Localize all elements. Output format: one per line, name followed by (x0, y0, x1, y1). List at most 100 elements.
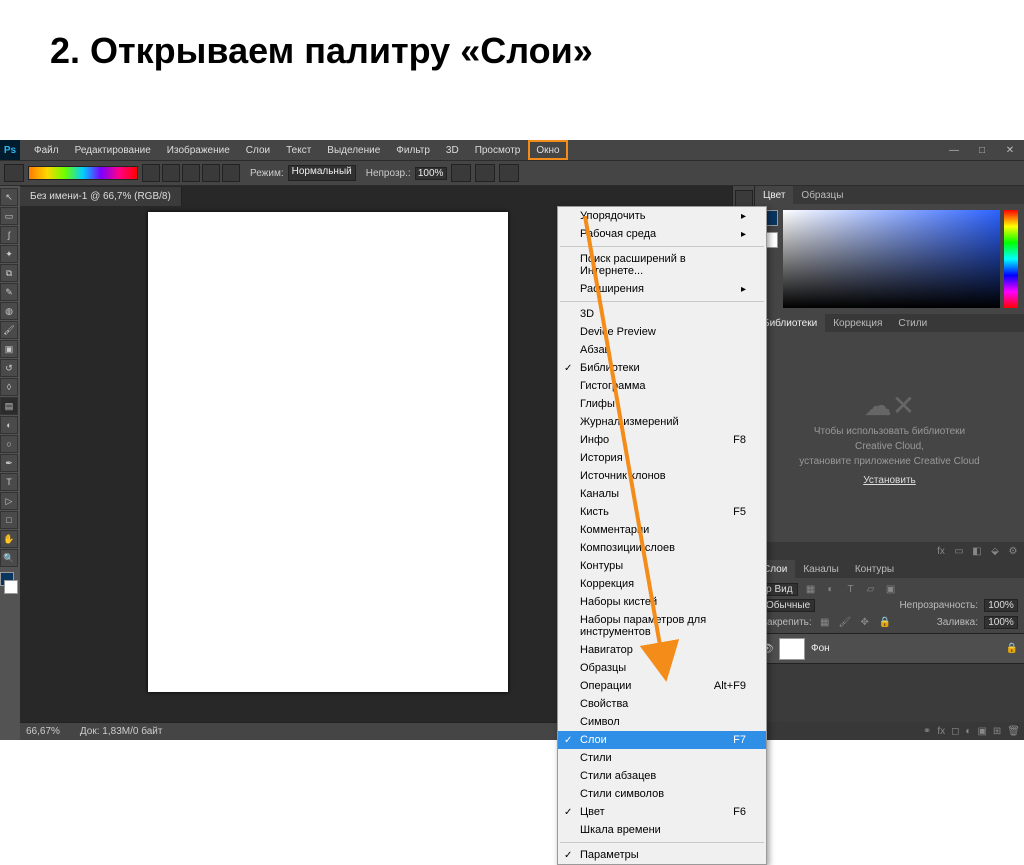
canvas[interactable] (148, 212, 508, 692)
color-swatches[interactable] (0, 572, 18, 594)
menu-item-3d[interactable]: 3D (558, 305, 766, 323)
menu-item-история[interactable]: История (558, 449, 766, 467)
maximize-button[interactable]: □ (968, 140, 996, 160)
menu-item-параметры[interactable]: Параметры (558, 846, 766, 864)
transparency-checkbox[interactable] (499, 164, 519, 182)
s1-icon[interactable]: ◧ (970, 544, 984, 558)
menu-type[interactable]: Текст (278, 140, 319, 160)
group-add-icon[interactable]: ▣ (977, 726, 986, 737)
layer-add-icon[interactable]: ⊞ (993, 726, 1001, 737)
color-field[interactable] (783, 210, 1000, 308)
menu-item-шкала-времени[interactable]: Шкала времени (558, 821, 766, 839)
reverse-checkbox[interactable] (451, 164, 471, 182)
crop-tool[interactable]: ⧉ (0, 264, 18, 282)
background-swatch[interactable] (4, 580, 18, 594)
menu-item-слои[interactable]: СлоиF7 (558, 731, 766, 749)
close-button[interactable]: ✕ (996, 140, 1024, 160)
hue-slider[interactable] (1004, 210, 1018, 308)
gradient-preview[interactable] (28, 166, 138, 180)
menu-3d[interactable]: 3D (438, 140, 467, 160)
filter-pixel-icon[interactable]: ▦ (804, 582, 818, 596)
trash-icon[interactable]: 🗑 (1007, 726, 1020, 737)
menu-image[interactable]: Изображение (159, 140, 238, 160)
gradient-angle-icon[interactable] (182, 164, 200, 182)
layer-opacity-input[interactable] (984, 599, 1018, 612)
zoom-tool[interactable]: 🔍 (0, 549, 18, 567)
minimize-button[interactable]: — (940, 140, 968, 160)
menu-select[interactable]: Выделение (319, 140, 388, 160)
type-tool[interactable]: T (0, 473, 18, 491)
magic-wand-tool[interactable]: ✦ (0, 245, 18, 263)
fx-icon[interactable]: fx (934, 544, 948, 558)
layer-thumbnail[interactable] (779, 638, 805, 660)
menu-item-инфо[interactable]: ИнфоF8 (558, 431, 766, 449)
pen-tool[interactable]: ✒ (0, 454, 18, 472)
menu-item-образцы[interactable]: Образцы (558, 659, 766, 677)
menu-filter[interactable]: Фильтр (388, 140, 438, 160)
link-layers-icon[interactable]: ⚭ (923, 726, 931, 737)
menu-item-свойства[interactable]: Свойства (558, 695, 766, 713)
filter-smart-icon[interactable]: ▣ (884, 582, 898, 596)
lock-trans-icon[interactable]: ▦ (818, 615, 832, 629)
gradient-tool[interactable]: ▤ (0, 397, 18, 415)
fill-input[interactable] (984, 616, 1018, 629)
menu-window[interactable]: Окно (528, 140, 567, 160)
lock-pos-icon[interactable]: ✥ (858, 615, 872, 629)
menu-item-наборы-параметров-для-инструментов[interactable]: Наборы параметров для инструментов (558, 611, 766, 641)
menu-item-device-preview[interactable]: Device Preview (558, 323, 766, 341)
spot-heal-tool[interactable]: ◍ (0, 302, 18, 320)
tab-color[interactable]: Цвет (755, 186, 793, 204)
lasso-tool[interactable]: ʃ (0, 226, 18, 244)
lock-all-icon[interactable]: 🔒 (878, 615, 892, 629)
menu-item-стили-абзацев[interactable]: Стили абзацев (558, 767, 766, 785)
dither-checkbox[interactable] (475, 164, 495, 182)
install-link[interactable]: Установить (863, 475, 916, 486)
stamp-tool[interactable]: ▣ (0, 340, 18, 358)
menu-layer[interactable]: Слои (238, 140, 278, 160)
menu-item-стили[interactable]: Стили (558, 749, 766, 767)
dodge-tool[interactable]: ○ (0, 435, 18, 453)
menu-item-символ[interactable]: Символ (558, 713, 766, 731)
marquee-tool[interactable]: ▭ (0, 207, 18, 225)
bucket-icon[interactable]: ⬙ (988, 544, 1002, 558)
menu-item-рабочая-среда[interactable]: Рабочая среда (558, 225, 766, 243)
tab-paths[interactable]: Контуры (847, 560, 902, 578)
tab-swatches[interactable]: Образцы (793, 186, 851, 204)
gradient-reflected-icon[interactable] (202, 164, 220, 182)
document-tab[interactable]: Без имени-1 @ 66,7% (RGB/8) (20, 187, 182, 206)
hand-tool[interactable]: ✋ (0, 530, 18, 548)
mask-icon[interactable]: ▭ (952, 544, 966, 558)
filter-type-icon[interactable]: T (844, 582, 858, 596)
blur-tool[interactable]: ◐ (0, 416, 18, 434)
gear-icon[interactable]: ⚙ (1006, 544, 1020, 558)
menu-item-операции[interactable]: ОперацииAlt+F9 (558, 677, 766, 695)
move-tool[interactable]: ↖ (0, 188, 18, 206)
menu-item-расширения[interactable]: Расширения (558, 280, 766, 298)
eyedropper-tool[interactable]: ✎ (0, 283, 18, 301)
menu-item-наборы-кистей[interactable]: Наборы кистей (558, 593, 766, 611)
menu-item-глифы[interactable]: Глифы (558, 395, 766, 413)
menu-item-библиотеки[interactable]: Библиотеки (558, 359, 766, 377)
menu-item-упорядочить[interactable]: Упорядочить (558, 207, 766, 225)
menu-item-цвет[interactable]: ЦветF6 (558, 803, 766, 821)
layer-name[interactable]: Фон (811, 643, 830, 654)
menu-item-контуры[interactable]: Контуры (558, 557, 766, 575)
gradient-radial-icon[interactable] (162, 164, 180, 182)
opacity-input[interactable] (415, 167, 447, 180)
gradient-diamond-icon[interactable] (222, 164, 240, 182)
history-brush-tool[interactable]: ↺ (0, 359, 18, 377)
tab-styles[interactable]: Стили (890, 314, 935, 332)
window-menu-dropdown[interactable]: УпорядочитьРабочая среда Поиск расширений… (557, 206, 767, 865)
menu-item-каналы[interactable]: Каналы (558, 485, 766, 503)
lock-image-icon[interactable]: 🖌 (838, 615, 852, 629)
menu-edit[interactable]: Редактирование (67, 140, 159, 160)
menu-item-поиск-расширений-в-интернете-[interactable]: Поиск расширений в Интернете... (558, 250, 766, 280)
filter-shape-icon[interactable]: ▱ (864, 582, 878, 596)
menu-item-навигатор[interactable]: Навигатор (558, 641, 766, 659)
path-select-tool[interactable]: ▷ (0, 492, 18, 510)
shape-tool[interactable]: □ (0, 511, 18, 529)
menu-file[interactable]: Файл (26, 140, 67, 160)
layer-row-background[interactable]: 👁 Фон 🔒 (755, 634, 1024, 664)
brush-tool[interactable]: 🖌 (0, 321, 18, 339)
fx-add-icon[interactable]: fx (937, 726, 945, 737)
